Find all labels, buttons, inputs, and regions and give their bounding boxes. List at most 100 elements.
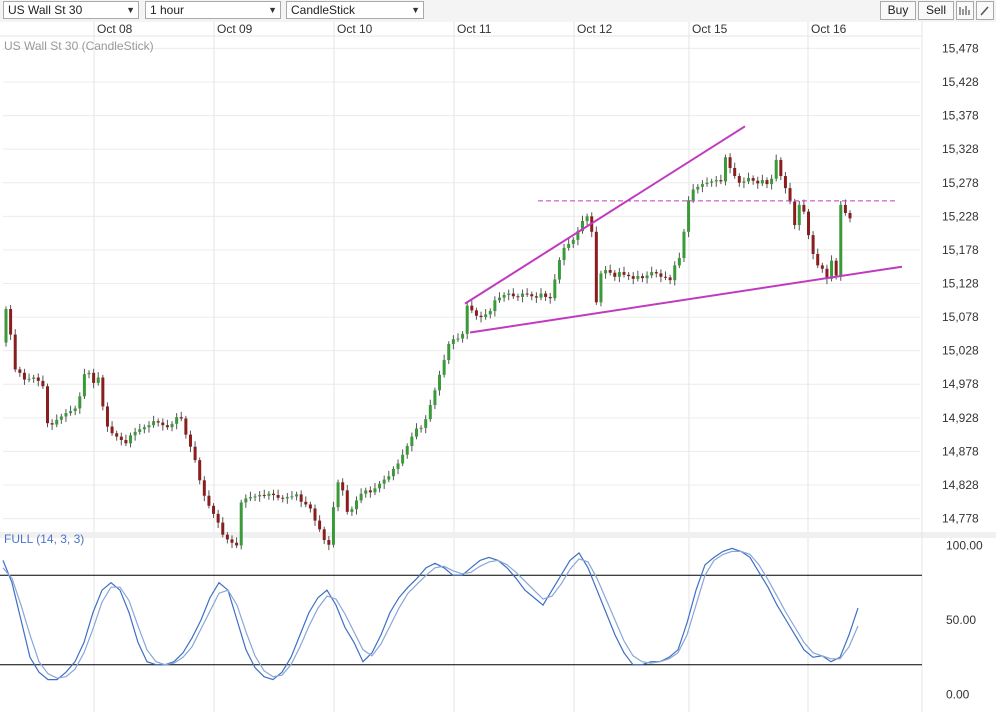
panel-divider [0, 532, 996, 538]
candle-body [456, 338, 460, 340]
buy-button[interactable]: Buy [880, 1, 916, 20]
candle-body [414, 428, 418, 437]
timeframe-select[interactable]: 1 hour ▼ [145, 1, 281, 19]
candle-body [811, 235, 815, 254]
candle-body [613, 272, 617, 277]
candle-body [747, 178, 751, 182]
toolbar: US Wall St 30 ▼ 1 hour ▼ CandleStick ▼ B… [0, 0, 996, 22]
candle-body [313, 508, 317, 521]
candle-body [645, 275, 649, 279]
candle-body [530, 294, 534, 297]
candle-body [221, 522, 225, 535]
timeframe-select-value: 1 hour [150, 3, 185, 17]
candle-body [401, 454, 405, 464]
candle-body [202, 480, 206, 496]
candle-body [359, 493, 363, 501]
price-tick-label: 15,078 [942, 310, 979, 324]
price-tick-label: 14,978 [942, 377, 979, 391]
chart-type-select[interactable]: CandleStick ▼ [286, 1, 424, 19]
instrument-select[interactable]: US Wall St 30 ▼ [3, 1, 139, 19]
candle-body [13, 334, 17, 370]
candle-body [110, 426, 114, 434]
candle-body [516, 296, 520, 298]
date-tick-label: Oct 15 [692, 22, 728, 36]
candle-body [147, 425, 151, 428]
candle-body [36, 377, 40, 381]
price-tick-label: 15,328 [942, 142, 979, 156]
candle-body [368, 490, 372, 493]
date-tick-label: Oct 12 [577, 22, 613, 36]
candle-body [119, 436, 123, 440]
candle-body [299, 494, 303, 502]
candle-body [585, 216, 589, 222]
candle-body [567, 243, 571, 248]
chart-background [0, 22, 996, 712]
candle-body [668, 277, 672, 281]
date-tick-label: Oct 09 [217, 22, 253, 36]
candle-body [705, 182, 709, 185]
candle-body [553, 279, 557, 299]
stochastic-tick-label: 50.00 [946, 613, 976, 627]
candle-body [571, 239, 575, 244]
candle-body [271, 493, 275, 496]
candle-body [677, 257, 681, 266]
chart-area[interactable]: Oct 08 Oct 09 Oct 10 Oct 11 Oct 12 Oct 15 Oct … [0, 22, 996, 712]
candle-body [788, 188, 792, 202]
candle-body [627, 274, 631, 277]
candle-body [488, 311, 492, 315]
candle-body [461, 333, 465, 339]
candle-body [719, 180, 723, 182]
candle-body [350, 509, 354, 512]
candle-body [465, 305, 469, 334]
date-tick-label: Oct 16 [811, 22, 847, 36]
price-tick-label: 15,278 [942, 176, 979, 190]
candle-body [4, 309, 8, 343]
candle-body [659, 273, 663, 277]
candle-body [539, 293, 543, 298]
candle-body [355, 500, 359, 510]
candle-body [248, 497, 252, 499]
candle-body [723, 157, 727, 182]
candle-body [124, 439, 128, 444]
candle-body [156, 421, 160, 423]
candle-body [308, 504, 312, 509]
sell-button[interactable]: Sell [918, 1, 954, 20]
candle-body [802, 204, 806, 212]
candle-body [69, 411, 73, 414]
candle-body [50, 423, 54, 425]
candle-body [848, 212, 852, 219]
candle-body [165, 425, 169, 428]
candle-body [364, 490, 368, 494]
candle-body [640, 276, 644, 279]
candle-body [779, 159, 783, 177]
candle-body [783, 176, 787, 189]
candle-body [608, 270, 612, 273]
candle-body [424, 419, 428, 428]
candle-body [599, 273, 603, 303]
price-tick-label: 15,228 [942, 209, 979, 223]
candle-body [78, 396, 82, 409]
candle-body [765, 180, 769, 185]
candle-body [830, 260, 834, 279]
price-tick-label: 14,878 [942, 444, 979, 458]
pencil-icon [980, 6, 989, 16]
price-tick-label: 14,928 [942, 411, 979, 425]
candle-body [691, 189, 695, 201]
candle-body [129, 435, 133, 444]
candle-body [839, 204, 843, 276]
candle-body [391, 468, 395, 477]
candle-body [714, 180, 718, 182]
candle-body [442, 360, 446, 375]
candle-body [285, 497, 289, 499]
candle-body [594, 231, 598, 303]
candle-body [447, 343, 451, 361]
candle-body [253, 496, 257, 498]
price-tick-label: 14,778 [942, 512, 979, 526]
candle-body [73, 408, 77, 412]
candle-body [161, 422, 165, 426]
drawing-tool-button[interactable] [976, 1, 994, 20]
indicator-icon-button[interactable] [956, 1, 974, 20]
candle-body [710, 181, 714, 183]
price-tick-label: 14,828 [942, 478, 979, 492]
candle-body [41, 380, 45, 387]
